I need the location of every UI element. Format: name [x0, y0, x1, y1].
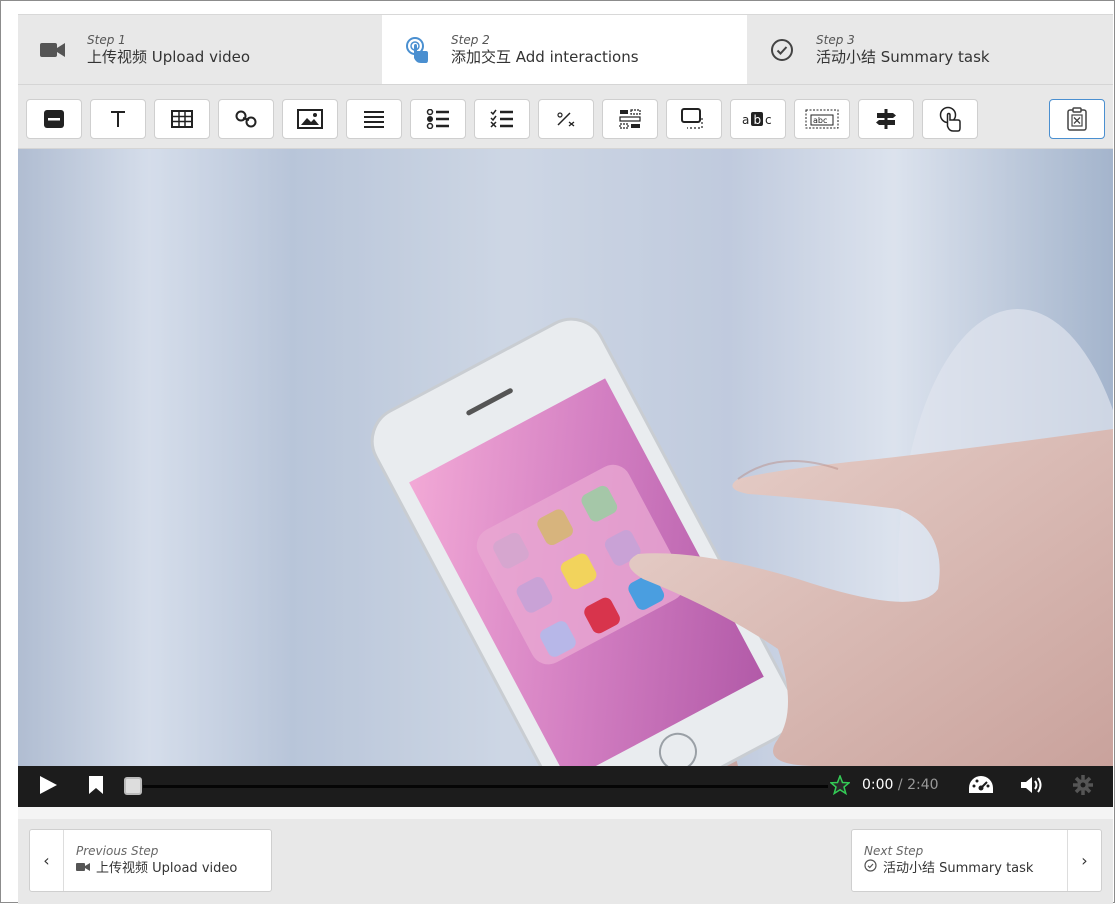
step-number: Step 3: [816, 33, 855, 47]
link-icon: [234, 110, 258, 128]
mark-words-button[interactable]: abc: [730, 99, 786, 139]
step-label: 添加交互 Add interactions: [451, 48, 639, 66]
drag-text-icon: [681, 108, 707, 130]
single-choice-icon: [426, 109, 450, 129]
step-navigation: ‹ Previous Step 上传视频 Upload video Next S…: [18, 819, 1113, 904]
mute-button[interactable]: [1018, 775, 1048, 799]
fill-blanks-icon: [556, 111, 576, 127]
next-step-button[interactable]: Next Step 活动小结 Summary task ›: [851, 829, 1102, 892]
seek-bar[interactable]: [143, 785, 828, 788]
text-icon: [110, 110, 126, 128]
crossroads-icon: [875, 108, 897, 130]
drag-text-button[interactable]: [666, 99, 722, 139]
svg-text:b: b: [754, 113, 762, 127]
drag-drop-button[interactable]: [602, 99, 658, 139]
pointer-touch-icon: [404, 37, 430, 63]
crossroads-button[interactable]: [858, 99, 914, 139]
submit-screen-button[interactable]: [1049, 99, 1105, 139]
free-text-button[interactable]: abc: [794, 99, 850, 139]
settings-button[interactable]: [1070, 775, 1096, 799]
svg-text:c: c: [765, 113, 772, 127]
statements-icon: [363, 110, 385, 128]
bookmarks-button[interactable]: [86, 776, 106, 798]
total-time: / 2:40: [897, 777, 939, 793]
chevron-right-icon: ›: [1067, 830, 1101, 891]
gear-icon: [1072, 774, 1094, 800]
navigation-hotspot-icon: [939, 106, 961, 132]
play-icon: [38, 775, 58, 799]
submit-screen-icon: [1066, 107, 1088, 131]
volume-icon: [1020, 775, 1046, 799]
video-viewport[interactable]: [18, 149, 1113, 766]
check-circle-icon: [769, 37, 795, 63]
spacer-bar: [18, 807, 1113, 819]
label-button[interactable]: [26, 99, 82, 139]
drag-drop-icon: [619, 109, 641, 129]
single-choice-button[interactable]: [410, 99, 466, 139]
step-tabs: Step 1 上传视频 Upload video Step 2 添加交互 Add…: [18, 14, 1113, 85]
play-button[interactable]: [36, 776, 60, 798]
next-step-caption: Next Step: [864, 843, 924, 858]
fill-blanks-button[interactable]: [538, 99, 594, 139]
tab-step-3[interactable]: Step 3 活动小结 Summary task: [747, 15, 1113, 85]
playback-rate-button[interactable]: [966, 775, 996, 799]
bookmark-icon: [88, 775, 104, 799]
previous-step-caption: Previous Step: [76, 843, 159, 858]
navigation-hotspot-button[interactable]: [922, 99, 978, 139]
image-button[interactable]: [282, 99, 338, 139]
step-label: 上传视频 Upload video: [87, 48, 251, 66]
previous-step-label: 上传视频 Upload video: [96, 860, 238, 876]
svg-text:abc: abc: [813, 116, 827, 125]
video-controls: 0:00 / 2:40: [18, 766, 1113, 807]
editor-frame: Step 1 上传视频 Upload video Step 2 添加交互 Add…: [0, 0, 1115, 904]
video-camera-icon: [40, 37, 66, 63]
text-button[interactable]: [90, 99, 146, 139]
check-circle-icon: [864, 858, 877, 879]
step-number: Step 2: [451, 33, 490, 47]
video-frame-image: [18, 149, 1113, 766]
free-text-icon: abc: [805, 109, 839, 129]
svg-text:a: a: [742, 113, 749, 127]
multiple-choice-button[interactable]: [474, 99, 530, 139]
seek-handle[interactable]: [124, 777, 142, 795]
video-camera-icon: [76, 859, 90, 879]
multiple-choice-icon: [490, 109, 514, 129]
link-button[interactable]: [218, 99, 274, 139]
image-icon: [297, 109, 323, 129]
previous-step-button[interactable]: ‹ Previous Step 上传视频 Upload video: [29, 829, 272, 892]
step-number: Step 1: [87, 33, 126, 47]
current-time: 0:00: [862, 777, 894, 793]
chevron-left-icon: ‹: [30, 830, 64, 891]
next-step-label: 活动小结 Summary task: [883, 860, 1034, 876]
star-icon: [829, 773, 851, 799]
table-button[interactable]: [154, 99, 210, 139]
statements-button[interactable]: [346, 99, 402, 139]
speedometer-icon: [967, 774, 995, 800]
endscreen-marker[interactable]: [829, 773, 851, 799]
time-display: 0:00 / 2:40: [862, 777, 939, 793]
tab-step-1[interactable]: Step 1 上传视频 Upload video: [18, 15, 382, 85]
step-label: 活动小结 Summary task: [816, 48, 990, 66]
mark-words-icon: abc: [741, 110, 775, 128]
label-icon: [43, 109, 65, 129]
table-icon: [171, 110, 193, 128]
interaction-toolbar: abc abc: [18, 84, 1113, 149]
tab-step-2[interactable]: Step 2 添加交互 Add interactions: [382, 15, 747, 85]
